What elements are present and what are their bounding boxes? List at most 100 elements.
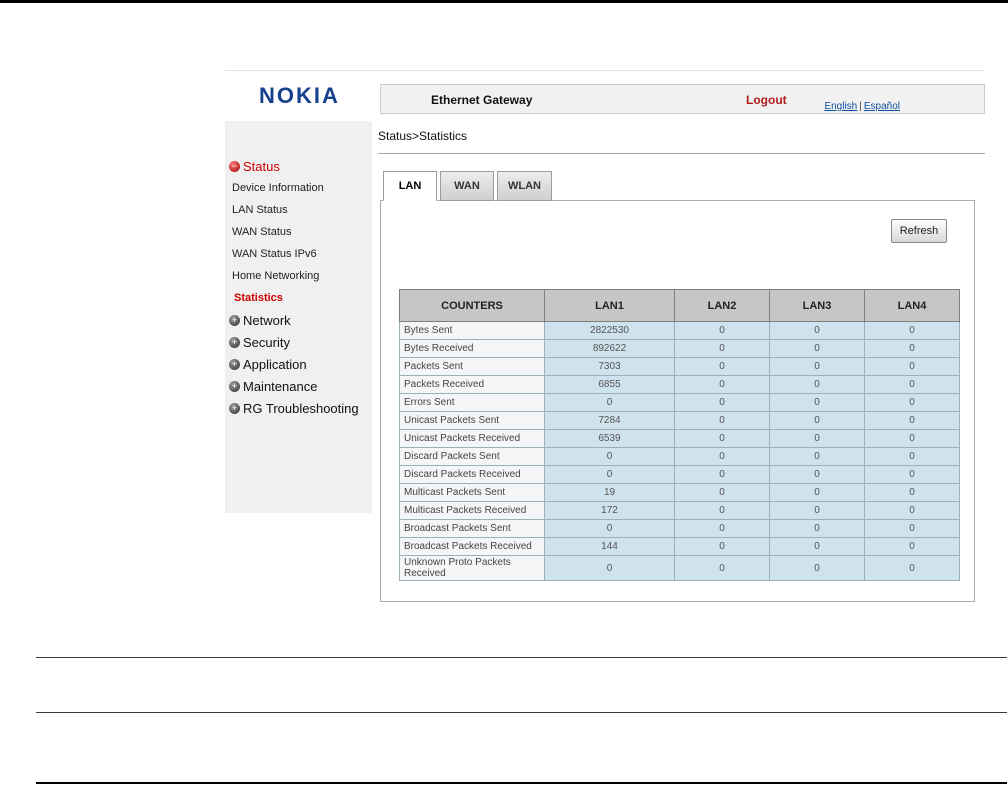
counter-value: 0 [864, 375, 960, 394]
sidebar-item-maintenance[interactable]: + Maintenance [225, 375, 372, 397]
table-row: Bytes Received 892622 0 0 0 [399, 339, 960, 358]
footer-rule [36, 657, 1007, 658]
refresh-button[interactable]: Refresh [891, 219, 947, 243]
nokia-logo: NOKIA [259, 83, 340, 108]
counter-value: 0 [864, 537, 960, 556]
counter-value: 0 [674, 375, 770, 394]
stats-table-head-row: COUNTERS LAN1 LAN2 LAN3 LAN4 [399, 289, 960, 322]
table-row: Discard Packets Sent 0 0 0 0 [399, 447, 960, 466]
counter-name: Discard Packets Received [399, 465, 545, 484]
table-row: Bytes Sent 2822530 0 0 0 [399, 321, 960, 340]
counter-value: 0 [769, 555, 865, 581]
counter-value: 892622 [544, 339, 675, 358]
counter-value: 0 [544, 393, 675, 412]
sidebar-item-network[interactable]: + Network [225, 309, 372, 331]
sidebar-item-status[interactable]: − Status [225, 155, 372, 177]
tab-wlan[interactable]: WLAN [497, 171, 552, 201]
table-row: Discard Packets Received 0 0 0 0 [399, 465, 960, 484]
collapse-icon: − [229, 160, 240, 172]
column-header-lan3: LAN3 [769, 289, 865, 322]
tab-wan[interactable]: WAN [440, 171, 494, 201]
counter-value: 0 [864, 501, 960, 520]
column-header-lan2: LAN2 [674, 289, 770, 322]
table-row: Unicast Packets Received 6539 0 0 0 [399, 429, 960, 448]
top-rule [0, 0, 1008, 3]
sidebar-item-label: RG Troubleshooting [243, 400, 359, 416]
counter-name: Discard Packets Sent [399, 447, 545, 466]
table-row: Broadcast Packets Sent 0 0 0 0 [399, 519, 960, 538]
sidebar-item-label: Device Information [232, 182, 324, 194]
counter-value: 0 [769, 357, 865, 376]
expand-icon: + [229, 402, 240, 414]
expand-icon: + [229, 380, 240, 392]
counter-value: 0 [674, 357, 770, 376]
sidebar-item-label: Status [243, 158, 280, 174]
column-header-lan1: LAN1 [544, 289, 675, 322]
sidebar-item-lan-status[interactable]: LAN Status [225, 199, 372, 221]
gateway-ui: NOKIA Ethernet Gateway Logout English | Es… [225, 70, 985, 618]
counter-value: 0 [769, 321, 865, 340]
sidebar-item-label: WAN Status IPv6 [232, 248, 317, 260]
table-row: Unicast Packets Sent 7284 0 0 0 [399, 411, 960, 430]
page-title: Ethernet Gateway [431, 93, 533, 107]
counter-value: 0 [769, 447, 865, 466]
counter-name: Bytes Received [399, 339, 545, 358]
counter-value: 0 [864, 519, 960, 538]
logo-area: NOKIA [225, 71, 372, 121]
breadcrumb: Status>Statistics [378, 129, 468, 143]
language-link-espanol[interactable]: Español [864, 101, 900, 112]
counter-name: Multicast Packets Sent [399, 483, 545, 502]
sidebar-item-wan-status-ipv6[interactable]: WAN Status IPv6 [225, 243, 372, 265]
table-row: Packets Received 6855 0 0 0 [399, 375, 960, 394]
counter-name: Unknown Proto Packets Received [399, 555, 545, 581]
sidebar-item-wan-status[interactable]: WAN Status [225, 221, 372, 243]
stats-table-body: Bytes Sent 2822530 0 0 0 Bytes Received 892622… [399, 321, 960, 581]
counter-value: 0 [769, 375, 865, 394]
sidebar-item-label: Security [243, 334, 290, 350]
counter-value: 0 [674, 465, 770, 484]
sidebar-item-home-networking[interactable]: Home Networking [225, 265, 372, 287]
counter-value: 0 [769, 429, 865, 448]
counter-value: 0 [674, 321, 770, 340]
sidebar-item-device-information[interactable]: Device Information [225, 177, 372, 199]
counter-name: Unicast Packets Sent [399, 411, 545, 430]
counter-value: 6539 [544, 429, 675, 448]
counter-value: 0 [769, 537, 865, 556]
stats-table: COUNTERS LAN1 LAN2 LAN3 LAN4 Bytes Sent 28225… [399, 289, 960, 581]
counter-value: 0 [769, 501, 865, 520]
counter-value: 0 [769, 411, 865, 430]
content-panel: Refresh COUNTERS LAN1 LAN2 LAN3 LAN4 Bytes S… [380, 200, 975, 602]
counter-value: 172 [544, 501, 675, 520]
tab-bar: LAN WAN WLAN [383, 171, 555, 201]
counter-value: 0 [864, 339, 960, 358]
counter-value: 0 [674, 519, 770, 538]
language-link-english[interactable]: English [824, 101, 857, 112]
table-row: Errors Sent 0 0 0 0 [399, 393, 960, 412]
sidebar-item-application[interactable]: + Application [225, 353, 372, 375]
counter-value: 0 [864, 447, 960, 466]
counter-name: Broadcast Packets Received [399, 537, 545, 556]
logout-link[interactable]: Logout [746, 93, 787, 107]
counter-value: 0 [864, 555, 960, 581]
counter-value: 0 [544, 447, 675, 466]
document-page: NOKIA Ethernet Gateway Logout English | Es… [0, 0, 1008, 798]
expand-icon: + [229, 358, 240, 370]
footer-rule [36, 712, 1007, 713]
counter-name: Packets Sent [399, 357, 545, 376]
counter-name: Packets Received [399, 375, 545, 394]
table-row: Packets Sent 7303 0 0 0 [399, 357, 960, 376]
counter-value: 0 [864, 465, 960, 484]
sidebar-item-statistics[interactable]: Statistics [225, 287, 372, 309]
counter-value: 0 [769, 465, 865, 484]
table-row: Broadcast Packets Received 144 0 0 0 [399, 537, 960, 556]
counter-value: 19 [544, 483, 675, 502]
sidebar-item-security[interactable]: + Security [225, 331, 372, 353]
counter-value: 0 [674, 393, 770, 412]
counter-name: Broadcast Packets Sent [399, 519, 545, 538]
tab-lan[interactable]: LAN [383, 171, 437, 201]
sidebar-item-label: Home Networking [232, 270, 320, 282]
language-separator: | [859, 101, 862, 112]
counter-name: Bytes Sent [399, 321, 545, 340]
counter-value: 0 [674, 501, 770, 520]
sidebar-item-rg-troubleshooting[interactable]: + RG Troubleshooting [225, 397, 372, 419]
